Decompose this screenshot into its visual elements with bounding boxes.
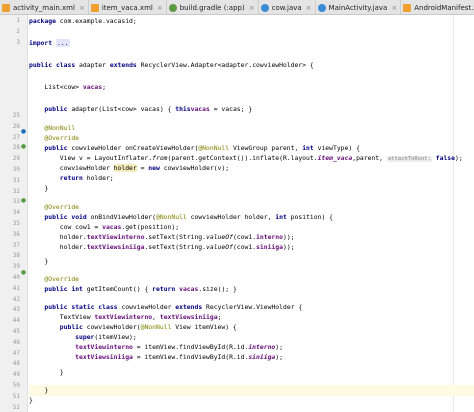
tab-1[interactable]: item_vaca.xml ×: [89, 0, 167, 14]
tab-5[interactable]: AndroidManifest.xml×: [401, 0, 474, 14]
line-number: 31: [12, 176, 20, 184]
line-number: 39: [12, 263, 20, 271]
line-number: 40: [12, 274, 20, 281]
tab-label: AndroidManifest.xml: [414, 3, 474, 12]
code-line-find-siniiga[interactable]: textViewsiniiga = itemView.findViewById(…: [29, 352, 474, 363]
line-number-gutter[interactable]: 25 26 27 28 29 30 31 32 33 34 35 36 37 38 39 40 41 42 43 44…: [0, 15, 28, 412]
code-line-class-decl[interactable]: public class adapter extends RecyclerVie…: [29, 60, 474, 71]
line-number: 25: [12, 112, 20, 119]
line-number: 47: [12, 349, 20, 357]
close-icon[interactable]: ×: [157, 4, 163, 12]
override-marker-icon[interactable]: ●: [20, 269, 27, 276]
line-number: 3: [16, 39, 20, 46]
code-line-import[interactable]: import ...: [29, 38, 474, 49]
xml-file-icon: [90, 3, 99, 12]
line-number: 2: [16, 28, 20, 35]
line-number: 51: [12, 392, 20, 400]
line-number: 28: [12, 144, 20, 152]
line-number: 41: [12, 284, 20, 292]
close-icon[interactable]: ×: [306, 4, 312, 12]
line-number: 43: [12, 306, 20, 314]
code-line-close-brace-3[interactable]: }: [29, 367, 474, 378]
xml-file-icon: [2, 3, 10, 12]
tab-label: cow.java: [271, 3, 302, 12]
tab-label: activity_main.xml: [13, 3, 75, 12]
line-number: 52: [12, 403, 20, 411]
folded-imports[interactable]: ...: [55, 39, 70, 47]
line-number: 26: [12, 122, 20, 130]
xml-file-icon: [403, 3, 412, 12]
line-number: 35: [12, 220, 20, 227]
code-line-getitemcount[interactable]: public int getItemCount() { return vacas…: [29, 284, 474, 295]
editor-tab-bar: activity_main.xml × item_vaca.xml × build.gr…: [0, 0, 474, 15]
tab-label: build.gradle (:app): [179, 3, 245, 12]
code-line-field-vacas[interactable]: List<cow> vacas;: [29, 82, 474, 93]
highlighted-identifier[interactable]: holder: [113, 164, 137, 172]
gradle-file-icon: [168, 3, 177, 12]
code-line-close-brace-2[interactable]: }: [29, 256, 474, 267]
tab-3[interactable]: cow.java ×: [259, 0, 316, 14]
close-icon[interactable]: ×: [391, 4, 397, 12]
line-number: 27: [12, 133, 20, 141]
line-number: 45: [12, 328, 20, 335]
code-line-close-brace-1[interactable]: }: [29, 183, 474, 194]
close-icon[interactable]: ×: [249, 4, 255, 12]
line-number: 48: [12, 360, 20, 368]
tab-label: item_vaca.xml: [101, 3, 153, 12]
line-number: 50: [12, 382, 20, 389]
tab-2[interactable]: build.gradle (:app) ×: [167, 0, 259, 14]
line-number: 46: [12, 338, 20, 346]
line-number: 33: [12, 198, 20, 206]
override-marker-icon[interactable]: ●: [20, 197, 27, 204]
line-number: 32: [12, 187, 20, 195]
line-number: 30: [12, 166, 20, 173]
line-number: 34: [12, 209, 20, 217]
line-number: 29: [12, 155, 20, 163]
close-icon[interactable]: ×: [79, 4, 85, 12]
tab-0[interactable]: activity_main.xml ×: [0, 0, 89, 14]
code-line-constructor[interactable]: public adapter(List<cow> vacas) { thisva…: [29, 104, 474, 115]
code-line-close-brace-5[interactable]: }: [29, 395, 474, 406]
tab-label: MainActivity.java: [328, 3, 388, 12]
line-number: 1: [16, 17, 20, 24]
line-number: 44: [12, 317, 20, 325]
implement-marker-icon[interactable]: ●: [20, 128, 27, 135]
override-marker-icon[interactable]: ●: [20, 143, 27, 150]
line-number: 49: [12, 371, 20, 379]
line-number: 36: [12, 230, 20, 238]
tab-4[interactable]: MainActivity.java ×: [316, 0, 402, 14]
code-line-package[interactable]: package com.example.vacasid;: [29, 16, 474, 27]
java-class-icon: [260, 3, 269, 12]
parameter-hint: attachToRoot:: [386, 156, 432, 162]
java-class-icon: [317, 3, 326, 12]
code-line-settext-siniiga[interactable]: holder.textViewsiniiga.setText(String.va…: [29, 242, 474, 253]
line-number: 38: [12, 252, 20, 260]
line-number: 42: [12, 295, 20, 303]
line-number: 37: [12, 241, 20, 249]
